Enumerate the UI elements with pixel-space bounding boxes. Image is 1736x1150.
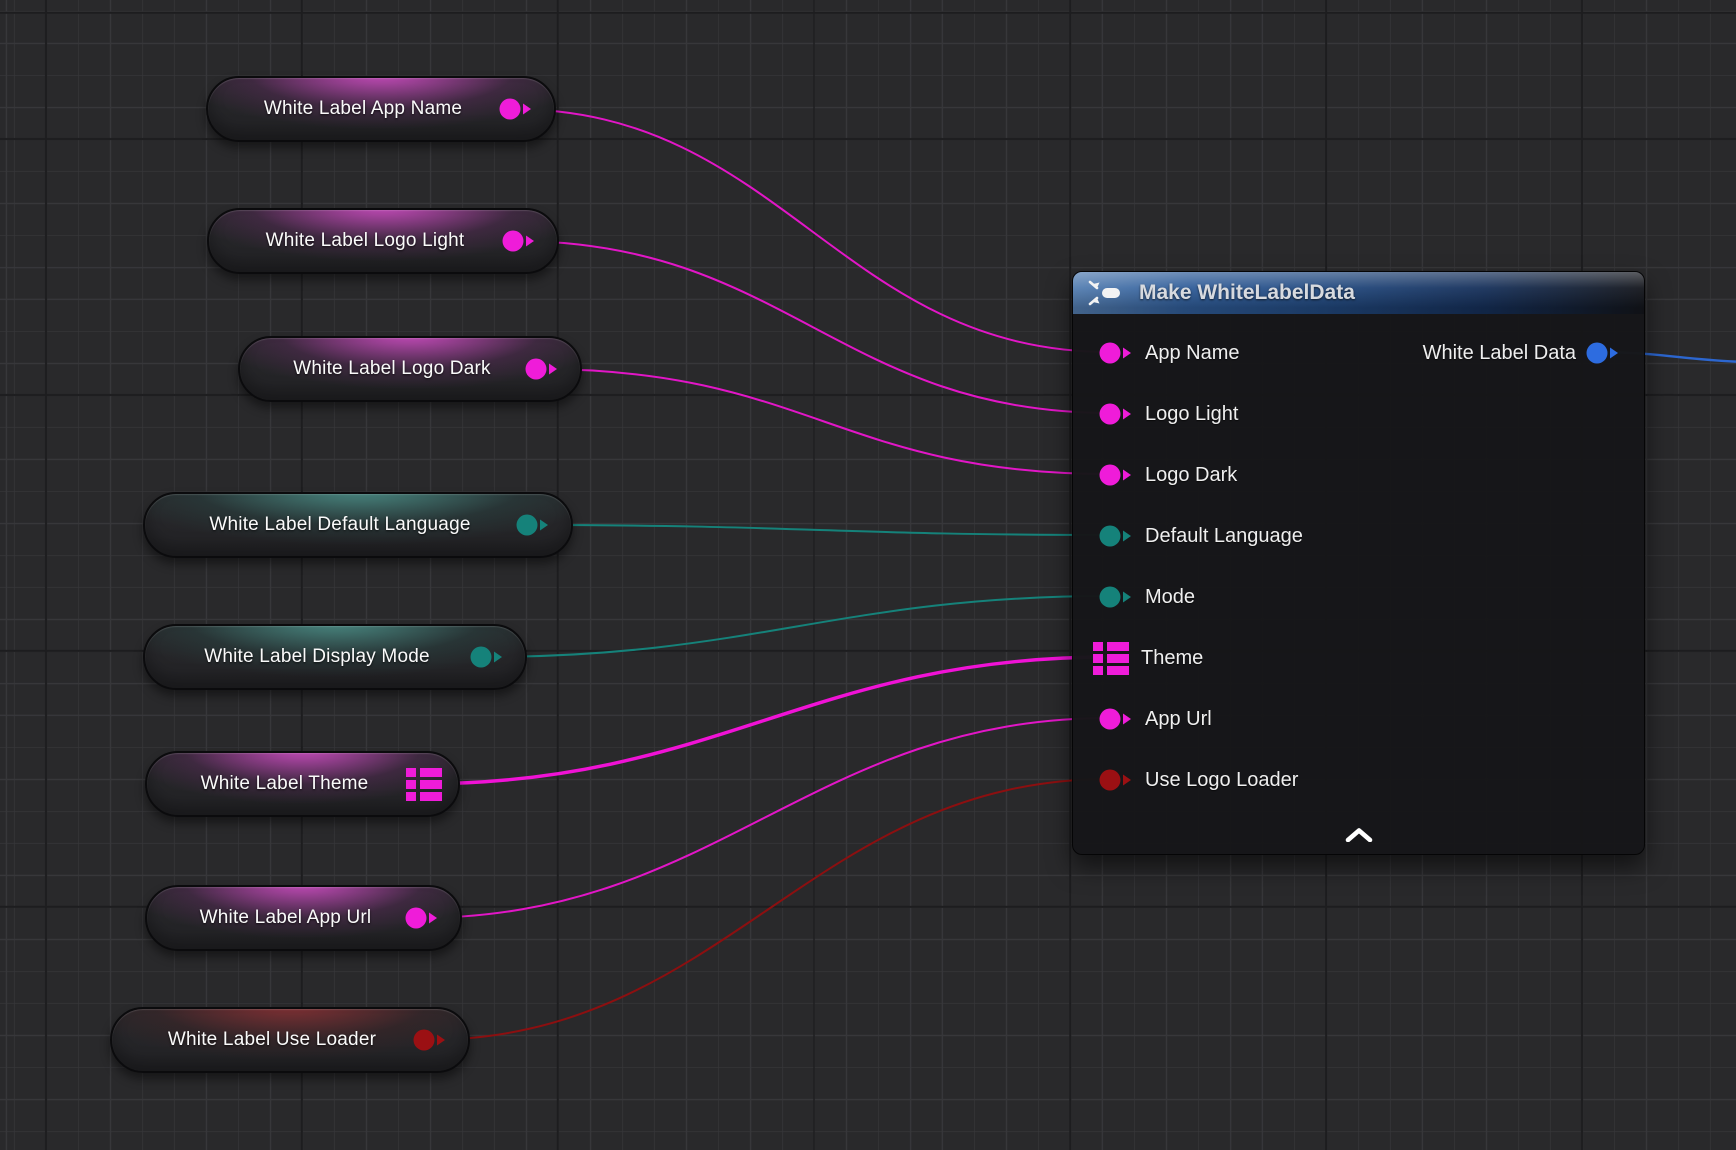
wire-logo-dark[interactable]	[538, 369, 1110, 474]
getter-node-label: White Label Logo Dark	[285, 358, 534, 380]
getter-node-label: White Label App Name	[256, 98, 506, 120]
getter-node-white-label-display-mode[interactable]: White Label Display Mode	[143, 624, 527, 690]
wire-theme[interactable]	[418, 657, 1110, 784]
wire-app-url[interactable]	[418, 718, 1110, 918]
getter-node-white-label-use-loader[interactable]: White Label Use Loader	[110, 1007, 470, 1073]
wire-logo-light[interactable]	[515, 241, 1110, 413]
output-row-white-label-data: White Label Data	[1423, 341, 1620, 365]
use-loader-output-pin[interactable]	[413, 1028, 447, 1052]
input-pin-label: Mode	[1145, 586, 1195, 609]
getter-node-white-label-theme[interactable]: White Label Theme	[145, 751, 460, 817]
wire-use-loader[interactable]	[426, 779, 1110, 1040]
wire-app-name[interactable]	[512, 109, 1110, 352]
getter-node-label: White Label Use Loader	[160, 1029, 420, 1051]
make-whitelabeldata-node[interactable]: Make WhiteLabelData App Name Logo Light …	[1072, 271, 1645, 855]
chevron-up-icon	[1345, 830, 1373, 845]
input-pin-label: Use Logo Loader	[1145, 769, 1298, 792]
getter-node-white-label-app-url[interactable]: White Label App Url	[145, 885, 462, 951]
logo-dark-output-pin[interactable]	[525, 357, 559, 381]
logo-dark-input-pin[interactable]	[1099, 463, 1133, 487]
input-pin-label: App Name	[1145, 342, 1240, 365]
wire-display-mode[interactable]	[483, 596, 1110, 657]
input-row-theme: Theme	[1073, 646, 1203, 670]
logo-light-output-pin[interactable]	[502, 229, 536, 253]
display-mode-output-pin[interactable]	[470, 645, 504, 669]
app-url-output-pin[interactable]	[405, 906, 439, 930]
getter-node-white-label-app-name[interactable]: White Label App Name	[206, 76, 556, 142]
mode-input-pin[interactable]	[1099, 585, 1133, 609]
app-url-input-pin[interactable]	[1099, 707, 1133, 731]
getter-node-label: White Label Display Mode	[196, 646, 474, 668]
getter-node-label: White Label Logo Light	[258, 230, 509, 252]
input-row-app-name: App Name	[1073, 341, 1240, 365]
getter-node-label: White Label App Url	[192, 907, 416, 929]
app-name-input-pin[interactable]	[1099, 341, 1133, 365]
theme-struct-output-pin[interactable]	[406, 767, 442, 801]
white-label-data-output-pin[interactable]	[1586, 341, 1620, 365]
input-pin-label: Theme	[1141, 647, 1203, 670]
make-struct-icon	[1087, 278, 1127, 308]
input-pin-label: App Url	[1145, 708, 1212, 731]
theme-struct-input-pin[interactable]	[1093, 641, 1129, 675]
input-row-logo-dark: Logo Dark	[1073, 463, 1237, 487]
input-row-logo-light: Logo Light	[1073, 402, 1238, 426]
output-pin-label: White Label Data	[1423, 342, 1576, 365]
input-pin-label: Default Language	[1145, 525, 1303, 548]
default-language-input-pin[interactable]	[1099, 524, 1133, 548]
logo-light-input-pin[interactable]	[1099, 402, 1133, 426]
getter-node-white-label-logo-light[interactable]: White Label Logo Light	[207, 208, 559, 274]
input-row-mode: Mode	[1073, 585, 1195, 609]
input-row-use-logo-loader: Use Logo Loader	[1073, 768, 1298, 792]
input-pin-label: Logo Dark	[1145, 464, 1237, 487]
use-logo-loader-input-pin[interactable]	[1099, 768, 1133, 792]
blueprint-graph-canvas[interactable]: White Label App Name White Label Logo Li…	[0, 0, 1736, 1150]
default-language-output-pin[interactable]	[516, 513, 550, 537]
getter-node-label: White Label Theme	[193, 773, 413, 795]
node-header[interactable]: Make WhiteLabelData	[1073, 272, 1644, 314]
input-row-default-language: Default Language	[1073, 524, 1303, 548]
input-row-app-url: App Url	[1073, 707, 1212, 731]
getter-node-label: White Label Default Language	[201, 514, 514, 536]
collapse-node-button[interactable]	[1335, 826, 1383, 844]
input-pin-label: Logo Light	[1145, 403, 1238, 426]
getter-node-white-label-default-language[interactable]: White Label Default Language	[143, 492, 573, 558]
app-name-output-pin[interactable]	[499, 97, 533, 121]
getter-node-white-label-logo-dark[interactable]: White Label Logo Dark	[238, 336, 582, 402]
node-title: Make WhiteLabelData	[1139, 281, 1355, 305]
wire-default-language[interactable]	[529, 525, 1110, 535]
